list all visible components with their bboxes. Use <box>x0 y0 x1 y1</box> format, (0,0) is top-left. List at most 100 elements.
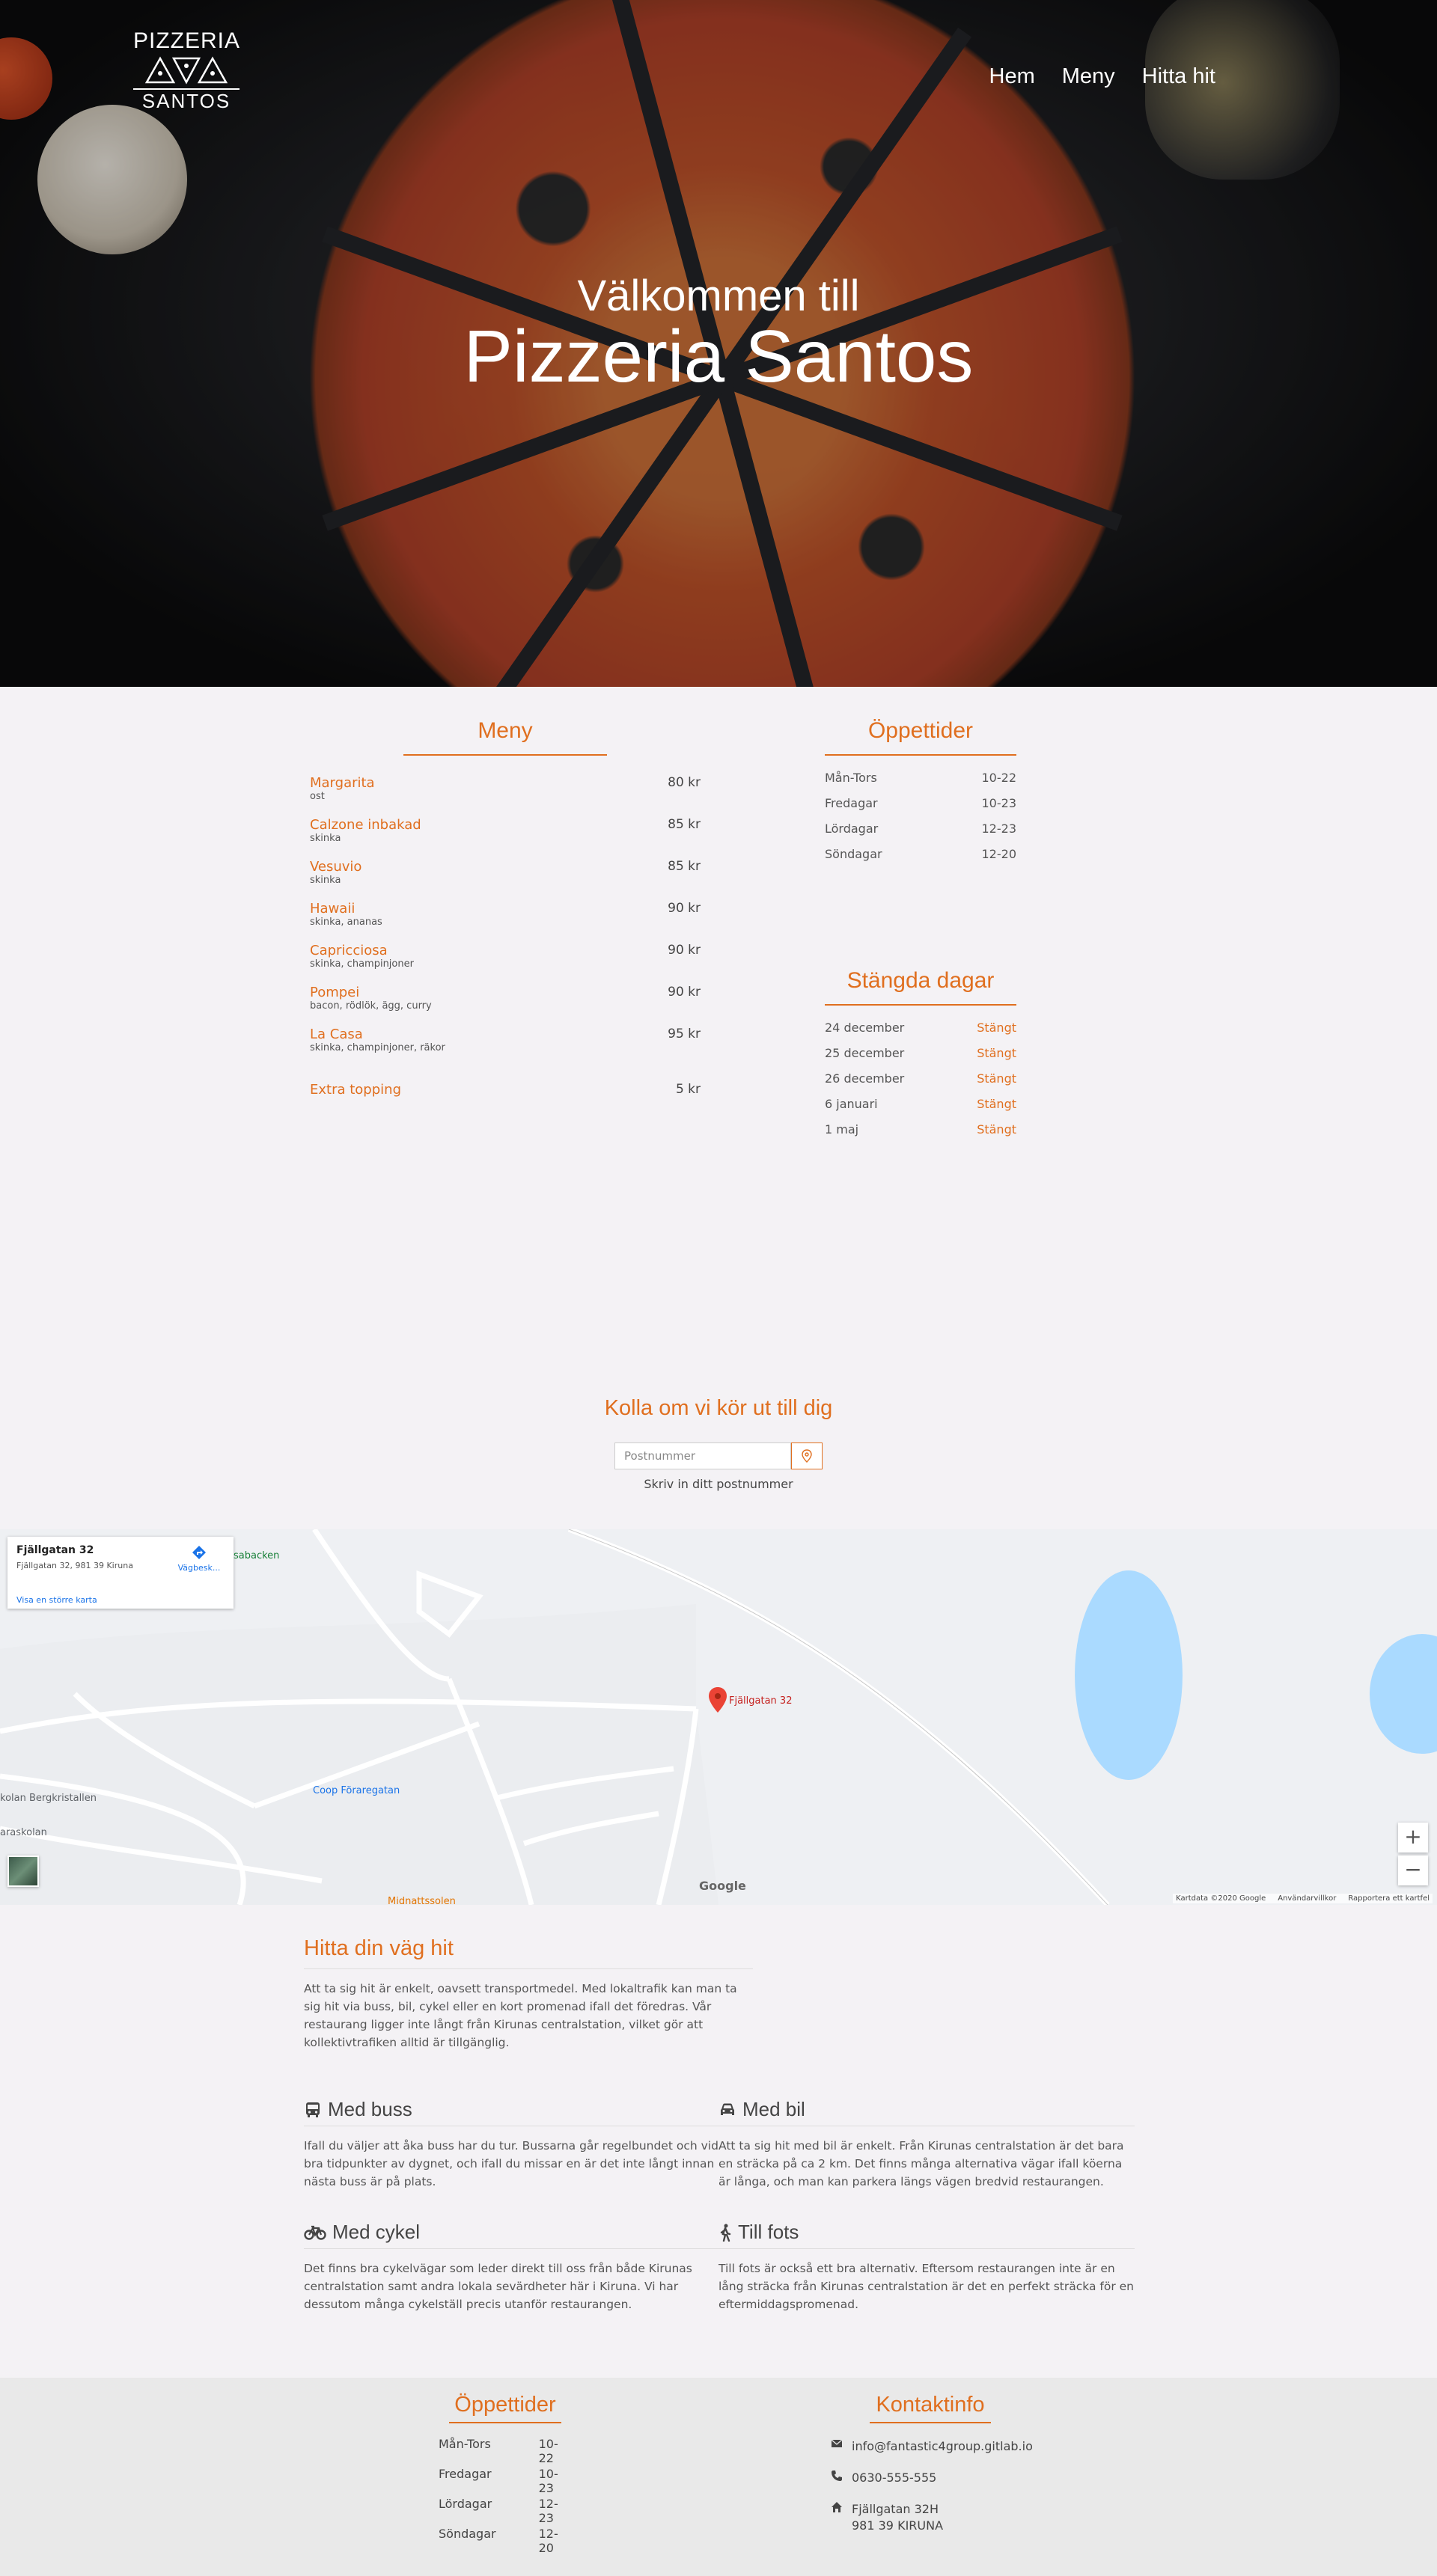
footer-hours-time: 12-23 <box>538 2497 558 2525</box>
hours-row: Söndagar 12-20 <box>825 847 1016 872</box>
footer-hours-row: Lördagar 12-23 <box>439 2497 573 2527</box>
menu-item-name: Margarita <box>310 775 375 791</box>
map-place-park[interactable]: sabacken <box>234 1550 279 1561</box>
contact-phone[interactable]: 0630-555-555 <box>831 2470 1055 2486</box>
closed-day: 24 december <box>825 1021 905 1035</box>
hours-day: Mån-Tors <box>825 771 877 785</box>
pizza-slices-icon <box>144 56 228 85</box>
map-info-card: Fjällgatan 32 Fjällgatan 32, 981 39 Kiru… <box>7 1537 234 1609</box>
google-logo: Google <box>699 1879 746 1893</box>
menu-item-price: 90 kr <box>668 943 701 958</box>
lake <box>1370 1634 1437 1754</box>
closed-day: 26 december <box>825 1071 905 1086</box>
menu-title: Meny <box>403 718 607 756</box>
map-marker-icon[interactable] <box>708 1686 727 1713</box>
map-place-school-2[interactable]: araskolan <box>0 1827 47 1838</box>
home-icon <box>832 2502 842 2512</box>
menu-item-desc: skinka <box>310 875 341 886</box>
menu-item-price: 85 kr <box>668 859 701 874</box>
hours-time: 10-23 <box>981 796 1017 810</box>
footer-hours-time: 10-22 <box>538 2437 558 2465</box>
hours-time: 12-23 <box>981 822 1017 836</box>
transport-walking-text: Till fots är också ett bra alternativ. E… <box>718 2262 1135 2311</box>
menu-item-name: Vesuvio <box>310 859 362 875</box>
directions-icon <box>192 1546 206 1559</box>
menu-item: Capricciosa skinka, champinjoner 90 kr <box>310 943 701 985</box>
nav-link-hitta-hit[interactable]: Hitta hit <box>1142 64 1215 89</box>
transport-bus-text: Ifall du väljer att åka buss har du tur.… <box>304 2139 718 2188</box>
map-zoom-out-button[interactable]: − <box>1398 1855 1428 1885</box>
menu-item: Calzone inbakad skinka 85 kr <box>310 817 701 859</box>
contact-phone-text: 0630-555-555 <box>852 2471 937 2485</box>
menu-item: Vesuvio skinka 85 kr <box>310 859 701 901</box>
transport-bus-title: Med buss <box>328 2098 412 2120</box>
transport-walking-title: Till fots <box>738 2221 799 2243</box>
postal-code-input[interactable]: Postnummer <box>614 1443 791 1469</box>
logo[interactable]: PIZZERIA SANTOS <box>133 28 240 113</box>
contact-email[interactable]: info@fantastic4group.gitlab.io <box>831 2438 1055 2455</box>
map-place-school[interactable]: kolan Bergkristallen <box>0 1793 97 1804</box>
menu-item-name: Pompei <box>310 985 360 1000</box>
map-embed[interactable]: Fjällgatan 32 Fjällgatan 32, 981 39 Kiru… <box>0 1529 1437 1905</box>
extra-topping-price: 5 kr <box>675 1082 701 1097</box>
postal-submit-button[interactable] <box>791 1443 823 1469</box>
map-report-link[interactable]: Rapportera ett kartfel <box>1348 1894 1430 1903</box>
menu-item: La Casa skinka, champinjoner, räkor 95 k… <box>310 1027 701 1068</box>
menu-item-desc: skinka, ananas <box>310 917 382 928</box>
menu-item-price: 80 kr <box>668 775 701 790</box>
menu-item-desc: skinka, champinjoner <box>310 958 414 970</box>
contact-address-line-1: Fjällgatan 32H <box>852 2502 939 2516</box>
closed-row: 1 maj Stängt <box>825 1122 1016 1148</box>
menu-item-price: 85 kr <box>668 817 701 832</box>
menu-item-desc: skinka, champinjoner, räkor <box>310 1042 445 1053</box>
closed-day: 1 maj <box>825 1122 859 1136</box>
map-pin-icon <box>802 1449 812 1463</box>
map-directions-label: Vägbesk... <box>177 1563 221 1573</box>
envelope-icon <box>831 2439 843 2447</box>
main-nav: Hem Meny Hitta hit <box>989 64 1215 89</box>
phone-icon <box>832 2471 842 2481</box>
menu-item-desc: ost <box>310 791 325 802</box>
map-zoom-in-button[interactable]: + <box>1398 1823 1428 1853</box>
transport-car-text: Att ta sig hit med bil är enkelt. Från K… <box>718 2139 1124 2188</box>
hours-time: 10-22 <box>981 771 1017 785</box>
map-satellite-toggle[interactable] <box>7 1855 39 1887</box>
map-directions-button[interactable]: Vägbesk... <box>177 1544 222 1573</box>
closed-row: 6 januari Stängt <box>825 1097 1016 1122</box>
map-place-coop[interactable]: Coop Föraregatan <box>313 1785 400 1796</box>
bicycle-icon <box>304 2225 326 2240</box>
transport-bicycle-text: Det finns bra cykelvägar som leder direk… <box>304 2262 692 2311</box>
walking-icon <box>720 2224 731 2242</box>
closed-status: Stängt <box>977 1097 1016 1111</box>
footer-contact-title: Kontaktinfo <box>870 2393 991 2423</box>
closed-row: 24 december Stängt <box>825 1021 1016 1046</box>
footer-hours-day: Söndagar <box>439 2527 496 2541</box>
footer: Öppettider Mån-Tors 10-22 Fredagar 10-23 L… <box>0 2378 1437 2576</box>
footer-hours-time: 10-23 <box>538 2467 558 2495</box>
map-footer: Kartdata ©2020 Google Användarvillkor Ra… <box>1173 1894 1433 1903</box>
menu-item: Pompei bacon, rödlök, ägg, curry 90 kr <box>310 985 701 1027</box>
map-terms-link[interactable]: Användarvillkor <box>1278 1894 1336 1903</box>
footer-hours: Öppettider Mån-Tors 10-22 Fredagar 10-23 L… <box>439 2393 573 2557</box>
hours-day: Lördagar <box>825 822 879 836</box>
transport-bus: Med buss Ifall du väljer att åka buss ha… <box>304 2098 720 2191</box>
menu-item-name: Hawaii <box>310 901 356 917</box>
hero-title: Pizzeria Santos <box>463 315 974 397</box>
hours-title: Öppettider <box>825 718 1016 756</box>
closed-status: Stängt <box>977 1021 1016 1035</box>
map-attribution: Kartdata ©2020 Google <box>1176 1894 1266 1903</box>
menu-item: Hawaii skinka, ananas 90 kr <box>310 901 701 943</box>
nav-link-meny[interactable]: Meny <box>1062 64 1115 89</box>
nav-link-hem[interactable]: Hem <box>989 64 1035 89</box>
map-place-restaurant[interactable]: Midnattssolen <box>388 1896 456 1905</box>
menu-item-price: 90 kr <box>668 901 701 916</box>
hours-row: Lördagar 12-23 <box>825 822 1016 847</box>
map-larger-link[interactable]: Visa en större karta <box>16 1595 97 1605</box>
closed-days-title: Stängda dagar <box>825 968 1016 1006</box>
hours-time: 12-20 <box>981 847 1017 861</box>
footer-hours-row: Söndagar 12-20 <box>439 2527 573 2557</box>
contact-email-text: info@fantastic4group.gitlab.io <box>852 2439 1033 2453</box>
footer-hours-day: Lördagar <box>439 2497 492 2511</box>
closed-status: Stängt <box>977 1122 1016 1136</box>
transport-car: Med bil Att ta sig hit med bil är enkelt… <box>718 2098 1135 2191</box>
